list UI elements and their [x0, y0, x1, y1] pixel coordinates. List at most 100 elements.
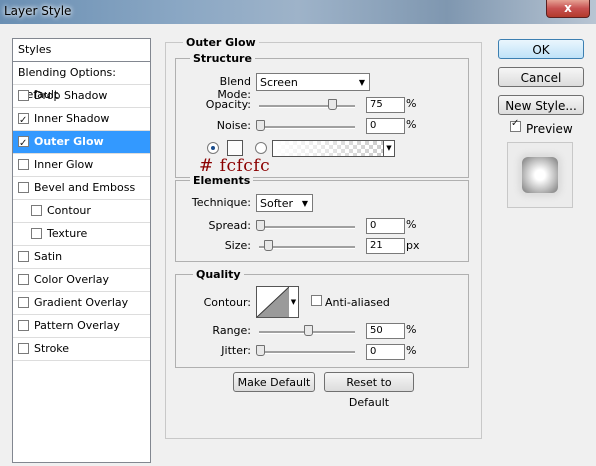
cancel-button[interactable]: Cancel — [498, 67, 584, 87]
range-unit: % — [406, 323, 417, 336]
sidebar-checkbox[interactable] — [31, 204, 42, 216]
size-input[interactable]: 21 — [366, 238, 405, 254]
jitter-input[interactable]: 0 — [366, 344, 405, 360]
blend-mode-select[interactable]: Screen ▼ — [256, 73, 370, 91]
contour-picker[interactable] — [256, 286, 290, 318]
sidebar-item-contour[interactable]: Contour — [13, 200, 150, 223]
sidebar-checkbox[interactable] — [18, 89, 29, 101]
noise-slider[interactable] — [259, 126, 355, 129]
sidebar-checkbox[interactable] — [18, 319, 29, 331]
sidebar-item-stroke[interactable]: Stroke — [13, 338, 150, 361]
range-slider-thumb[interactable] — [304, 325, 313, 336]
new-style-button[interactable]: New Style... — [498, 95, 584, 115]
styles-list: Styles Blending Options: Default Drop Sha… — [12, 38, 151, 463]
sidebar-item-label: Texture — [47, 227, 88, 240]
sidebar-item-texture[interactable]: Texture — [13, 223, 150, 246]
make-default-button[interactable]: Make Default — [233, 372, 315, 392]
sidebar-item-bevel-and-emboss[interactable]: Bevel and Emboss — [13, 177, 150, 200]
technique-value: Softer — [260, 197, 293, 210]
outer-glow-title: Outer Glow — [183, 36, 259, 49]
noise-label: Noise: — [216, 119, 251, 132]
sidebar-checkbox[interactable] — [31, 227, 42, 239]
spread-slider[interactable] — [259, 226, 355, 229]
elements-title: Elements — [190, 174, 254, 187]
jitter-slider[interactable] — [259, 351, 355, 354]
glow-gradient-picker[interactable] — [272, 140, 384, 157]
dialog-body: Styles Blending Options: Default Drop Sha… — [0, 24, 596, 466]
size-unit: px — [406, 239, 420, 252]
sidebar-item-pattern-overlay[interactable]: Pattern Overlay — [13, 315, 150, 338]
sidebar-item-label: Pattern Overlay — [34, 319, 120, 332]
technique-select[interactable]: Softer ▼ — [256, 194, 313, 212]
chevron-down-icon: ▼ — [358, 78, 365, 87]
jitter-slider-thumb[interactable] — [256, 345, 265, 356]
solid-color-radio[interactable] — [207, 142, 219, 154]
noise-unit: % — [406, 118, 417, 131]
sidebar-checkbox[interactable] — [18, 110, 29, 132]
range-input[interactable]: 50 — [366, 323, 405, 339]
title-bar: Layer Style x — [0, 0, 596, 24]
preview-label[interactable]: Preview — [526, 122, 573, 136]
chevron-down-icon[interactable]: ▼ — [289, 286, 299, 318]
opacity-slider[interactable] — [259, 105, 355, 108]
color-annotation: # fcfcfc — [199, 156, 271, 176]
outer-glow-panel: Outer Glow Structure Blend Mode: Screen … — [165, 34, 482, 439]
sidebar-item-label: Drop Shadow — [34, 89, 108, 102]
gradient-radio[interactable] — [255, 142, 267, 154]
sidebar-checkbox[interactable] — [18, 342, 29, 354]
sidebar-checkbox[interactable] — [18, 296, 29, 308]
structure-title: Structure — [190, 52, 255, 65]
jitter-label: Jitter: — [221, 344, 251, 357]
preview-checkbox[interactable] — [510, 118, 521, 132]
sidebar-item-label: Inner Shadow — [34, 112, 110, 125]
noise-input[interactable]: 0 — [366, 118, 405, 134]
size-label: Size: — [224, 239, 251, 252]
chevron-down-icon[interactable]: ▼ — [383, 140, 395, 157]
glow-color-swatch[interactable] — [227, 140, 243, 156]
sidebar-checkbox[interactable] — [18, 158, 29, 170]
opacity-slider-thumb[interactable] — [328, 99, 337, 110]
sidebar-item-label: Gradient Overlay — [34, 296, 129, 309]
sidebar-item-gradient-overlay[interactable]: Gradient Overlay — [13, 292, 150, 315]
opacity-input[interactable]: 75 — [366, 97, 405, 113]
ok-button[interactable]: OK — [498, 39, 584, 59]
range-label: Range: — [212, 324, 251, 337]
sidebar-item-label: Inner Glow — [34, 158, 94, 171]
anti-aliased-checkbox[interactable] — [311, 295, 322, 306]
sidebar-item-outer-glow[interactable]: Outer Glow — [13, 131, 150, 155]
sidebar-item-drop-shadow[interactable]: Drop Shadow — [13, 85, 150, 108]
sidebar-item-label: Outer Glow — [34, 135, 104, 148]
linear-contour-icon — [257, 287, 289, 317]
noise-slider-thumb[interactable] — [256, 120, 265, 131]
quality-title: Quality — [193, 268, 244, 281]
styles-header[interactable]: Styles — [13, 39, 150, 62]
opacity-unit: % — [406, 97, 417, 110]
sidebar-item-blending-options-default[interactable]: Blending Options: Default — [13, 62, 150, 101]
sidebar-item-inner-shadow[interactable]: Inner Shadow — [13, 108, 150, 132]
sidebar-checkbox[interactable] — [18, 273, 29, 285]
close-button[interactable]: x — [546, 0, 590, 18]
spread-slider-thumb[interactable] — [256, 220, 265, 231]
sidebar-item-color-overlay[interactable]: Color Overlay — [13, 269, 150, 292]
reset-to-default-button[interactable]: Reset to Default — [324, 372, 414, 409]
preview-thumbnail — [522, 157, 558, 193]
size-slider-thumb[interactable] — [263, 240, 273, 251]
anti-aliased-label[interactable]: Anti-aliased — [325, 296, 390, 309]
sidebar-item-label: Satin — [34, 250, 63, 263]
sidebar-checkbox[interactable] — [18, 250, 29, 262]
size-slider[interactable] — [259, 246, 355, 249]
sidebar-item-inner-glow[interactable]: Inner Glow — [13, 154, 150, 177]
jitter-unit: % — [406, 344, 417, 357]
sidebar-item-satin[interactable]: Satin — [13, 246, 150, 269]
spread-label: Spread: — [208, 219, 251, 232]
chevron-down-icon: ▼ — [301, 199, 308, 208]
contour-label: Contour: — [203, 296, 251, 309]
sidebar-checkbox[interactable] — [18, 133, 29, 155]
sidebar-item-label: Stroke — [34, 342, 70, 355]
opacity-label: Opacity: — [205, 98, 251, 111]
spread-input[interactable]: 0 — [366, 218, 405, 234]
window-title: Layer Style — [4, 4, 72, 18]
sidebar-checkbox[interactable] — [18, 181, 29, 193]
sidebar-item-label: Color Overlay — [34, 273, 109, 286]
close-icon: x — [564, 1, 572, 15]
